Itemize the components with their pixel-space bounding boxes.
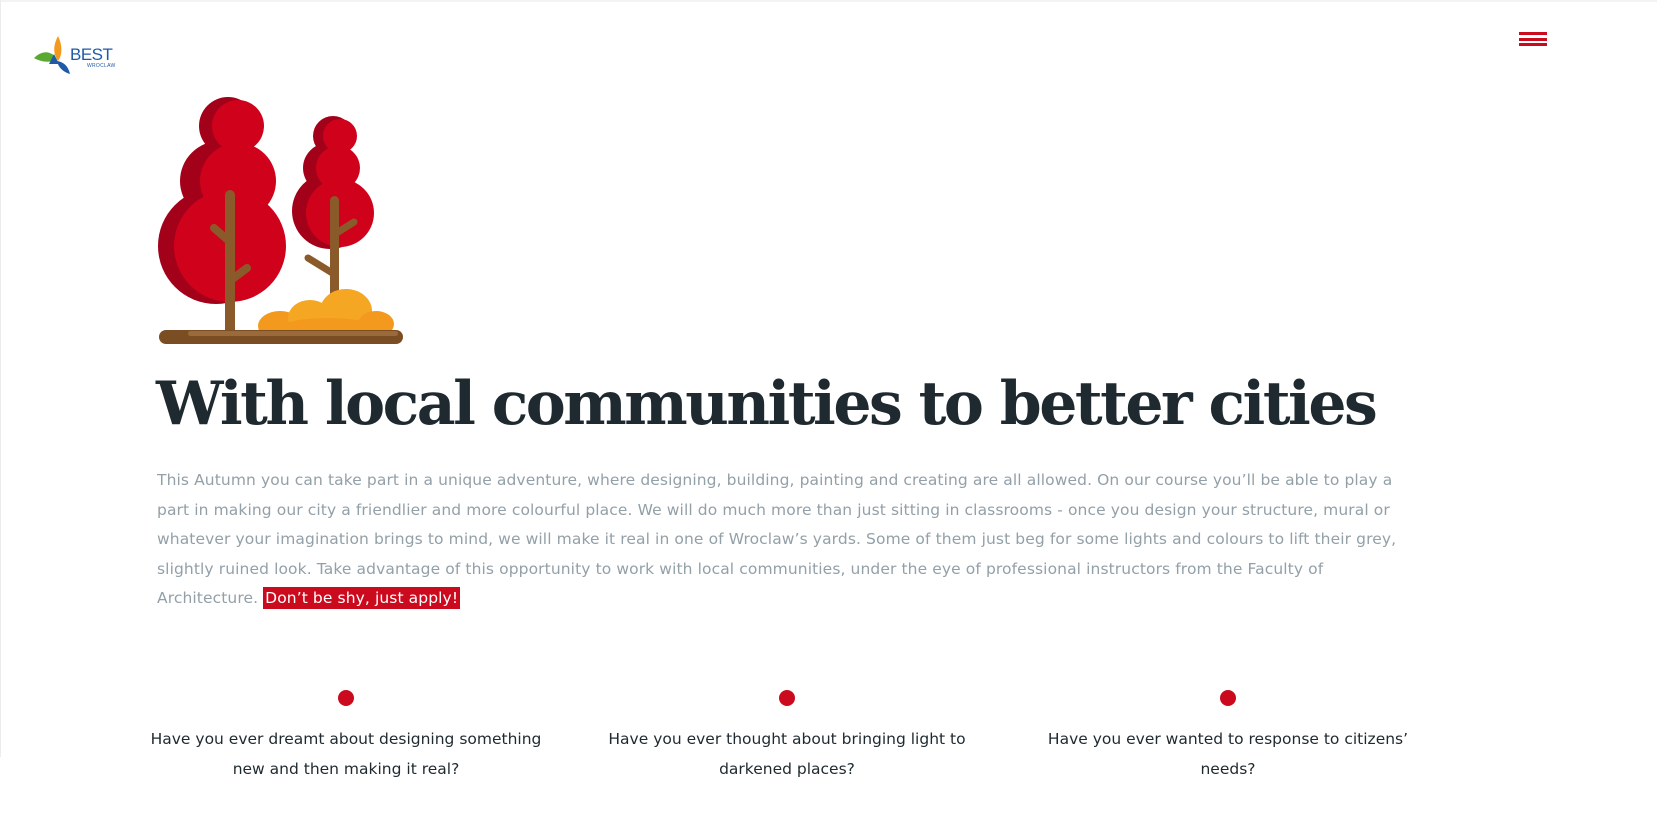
intro-paragraph: This Autumn you can take part in a uniqu… [157,466,1427,614]
question-text: Have you ever thought about bringing lig… [608,730,966,778]
bullet-dot-icon [779,690,795,706]
autumn-trees-illustration [158,97,403,344]
question-text: Have you ever dreamt about designing som… [150,730,542,778]
logo-wordmark: BEST [70,45,113,64]
question-item-design: Have you ever dreamt about designing som… [146,688,546,784]
page: BEST WROCLAW With local communities to b… [0,0,1657,817]
best-logo-link[interactable]: BEST WROCLAW [32,34,128,76]
big-tree [158,97,286,336]
menu-button[interactable] [1519,30,1547,48]
questions-section: Have you ever dreamt about designing som… [0,688,1657,817]
top-divider [0,0,1657,2]
apply-cta-link[interactable]: Don’t be shy, just apply! [263,587,461,609]
question-text: Have you ever wanted to response to citi… [1047,730,1409,778]
page-title: With local communities to better cities [156,369,1378,439]
best-logo-icon [34,36,70,74]
logo-subtitle: WROCLAW [87,63,116,69]
question-item-citizens: Have you ever wanted to response to citi… [1028,688,1428,784]
bullet-dot-icon [338,690,354,706]
question-item-light: Have you ever thought about bringing lig… [587,688,987,784]
left-edge-divider [0,0,1,757]
bullet-dot-icon [1220,690,1236,706]
